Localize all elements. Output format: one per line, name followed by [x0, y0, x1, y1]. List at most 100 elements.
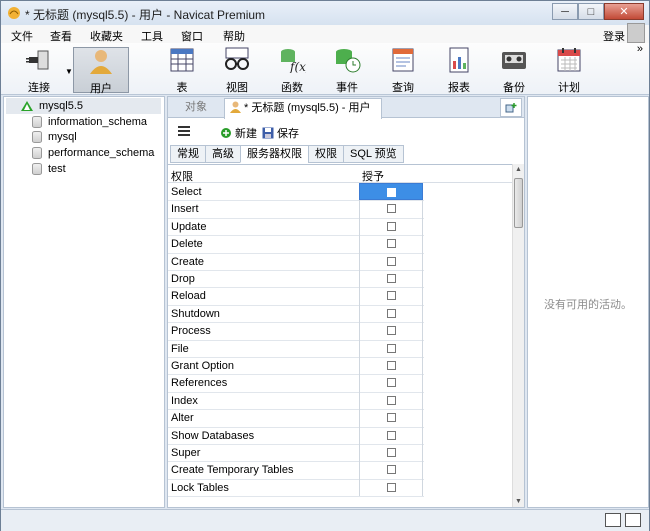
tree-item-performance-schema[interactable]: performance_schema [32, 145, 154, 161]
tab-general[interactable]: 常规 [170, 145, 206, 163]
grant-checkbox[interactable] [387, 291, 396, 301]
scroll-thumb[interactable] [514, 178, 523, 228]
maximize-button[interactable]: □ [578, 3, 604, 20]
privilege-row[interactable]: Super [168, 444, 424, 463]
privilege-row[interactable]: References [168, 374, 424, 393]
grant-checkbox[interactable] [387, 204, 396, 214]
grant-cell[interactable] [359, 322, 423, 340]
grant-cell[interactable] [359, 357, 423, 375]
user-button[interactable]: 用户 [73, 47, 129, 95]
grant-cell[interactable] [359, 444, 423, 462]
menu-favorites[interactable]: 收藏夹 [90, 28, 123, 44]
scroll-down-icon[interactable]: ▼ [515, 498, 522, 505]
privilege-row[interactable]: Grant Option [168, 357, 424, 376]
event-button[interactable]: 事件 [319, 47, 375, 94]
grant-cell[interactable] [359, 252, 423, 270]
column-header-privilege[interactable]: 权限 [171, 168, 193, 184]
grant-cell[interactable] [359, 409, 423, 427]
save-button[interactable]: 保存 [262, 125, 299, 141]
view-button[interactable]: 视图 [209, 47, 265, 94]
privilege-row[interactable]: Lock Tables [168, 478, 424, 498]
layout-detail-icon[interactable] [625, 513, 641, 527]
grant-cell[interactable] [359, 217, 423, 236]
grant-checkbox[interactable] [387, 482, 396, 492]
menu-file[interactable]: 文件 [11, 28, 33, 44]
minimize-button[interactable]: ─ [552, 3, 578, 20]
grant-checkbox[interactable] [387, 221, 396, 231]
menu-view[interactable]: 查看 [50, 28, 72, 44]
tab-privileges[interactable]: 权限 [308, 145, 344, 163]
grant-cell[interactable] [359, 287, 423, 305]
new-button[interactable]: 新建 [220, 125, 257, 141]
avatar[interactable] [627, 23, 645, 43]
tree-item-information-schema[interactable]: information_schema [32, 114, 147, 130]
privilege-row[interactable]: Create [168, 252, 424, 271]
menu-help[interactable]: 帮助 [223, 28, 245, 44]
grant-checkbox[interactable] [387, 308, 396, 318]
login-link[interactable]: 登录 [603, 28, 625, 44]
tab-user-editor[interactable]: * 无标题 (mysql5.5) - 用户 [224, 98, 382, 119]
privilege-row[interactable]: Show Databases [168, 426, 424, 445]
privilege-row[interactable]: Select [168, 183, 424, 202]
menu-tools[interactable]: 工具 [141, 28, 163, 44]
grant-cell[interactable] [359, 304, 423, 323]
close-button[interactable]: ✕ [604, 3, 644, 20]
grant-cell[interactable] [359, 426, 423, 444]
privilege-row[interactable]: Create Temporary Tables [168, 461, 424, 480]
privilege-row[interactable]: Alter [168, 409, 424, 428]
tree-item-test[interactable]: test [32, 161, 66, 177]
grant-checkbox[interactable] [387, 448, 396, 457]
grant-checkbox[interactable] [387, 361, 396, 370]
grant-cell[interactable] [359, 391, 423, 410]
privilege-row[interactable]: Reload [168, 287, 424, 306]
grant-checkbox[interactable] [387, 256, 396, 266]
privilege-row[interactable]: Insert [168, 200, 424, 219]
menu-window[interactable]: 窗口 [181, 28, 203, 44]
grant-cell[interactable] [359, 183, 423, 201]
tab-server-privileges[interactable]: 服务器权限 [240, 145, 309, 163]
grant-checkbox[interactable] [387, 465, 396, 475]
grant-checkbox[interactable] [387, 413, 396, 423]
grant-checkbox[interactable] [387, 343, 396, 353]
connection-button[interactable]: 连接 [11, 47, 67, 94]
grant-checkbox[interactable] [387, 239, 396, 249]
grant-checkbox[interactable] [387, 188, 396, 197]
layout-list-icon[interactable] [605, 513, 621, 527]
grant-cell[interactable] [359, 235, 423, 253]
privilege-row[interactable]: Process [168, 322, 424, 341]
privilege-row[interactable]: Delete [168, 235, 424, 254]
toolbar-more-icon[interactable]: » [637, 43, 643, 55]
grant-checkbox[interactable] [387, 378, 396, 388]
privilege-row[interactable]: Drop [168, 270, 424, 289]
tree-root-connection[interactable]: mysql5.5 [6, 98, 161, 114]
grant-checkbox[interactable] [387, 274, 396, 283]
new-tab-button[interactable] [500, 98, 522, 117]
privilege-row[interactable]: File [168, 339, 424, 358]
grant-cell[interactable] [359, 374, 423, 392]
query-button[interactable]: 查询 [375, 47, 431, 94]
table-button[interactable]: 表 [154, 47, 210, 94]
menu-icon[interactable] [178, 126, 190, 136]
vertical-scrollbar[interactable]: ▲ ▼ [512, 164, 524, 507]
report-button[interactable]: 报表 [431, 47, 487, 94]
backup-button[interactable]: 备份 [486, 47, 542, 94]
column-header-grant[interactable]: 授予 [362, 168, 384, 184]
scroll-up-icon[interactable]: ▲ [515, 166, 522, 173]
privilege-row[interactable]: Update [168, 217, 424, 237]
grant-cell[interactable] [359, 200, 423, 218]
tree-item-mysql[interactable]: mysql [32, 129, 77, 145]
privilege-row[interactable]: Index [168, 391, 424, 411]
tab-advanced[interactable]: 高级 [205, 145, 241, 163]
grant-cell[interactable] [359, 270, 423, 288]
privilege-row[interactable]: Shutdown [168, 304, 424, 324]
tab-sql-preview[interactable]: SQL 预览 [343, 145, 404, 163]
tab-objects[interactable]: 对象 [168, 97, 224, 118]
grant-cell[interactable] [359, 339, 423, 357]
schedule-button[interactable]: 计划 [541, 47, 597, 94]
grant-checkbox[interactable] [387, 395, 396, 405]
grant-checkbox[interactable] [387, 430, 396, 440]
grant-checkbox[interactable] [387, 326, 396, 336]
function-button[interactable]: f(x) 函数 [264, 47, 320, 94]
grant-cell[interactable] [359, 461, 423, 479]
chevron-down-icon[interactable]: ▼ [65, 67, 73, 76]
